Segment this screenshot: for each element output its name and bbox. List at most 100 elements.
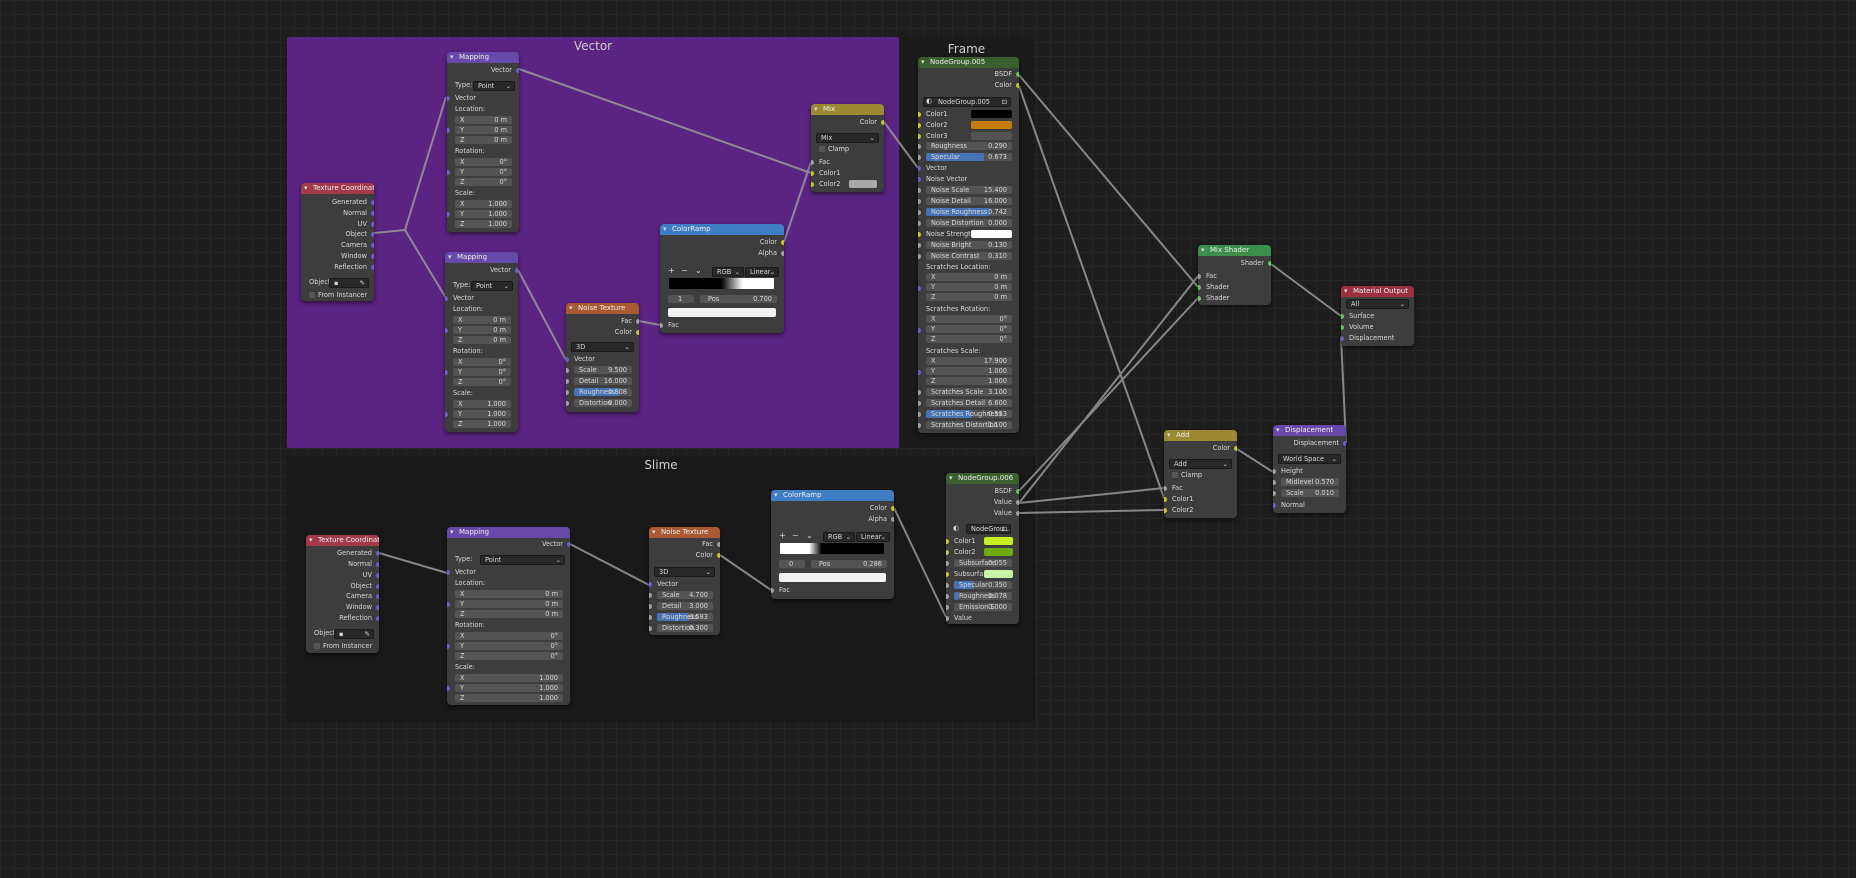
- socket-color2[interactable]: [946, 549, 949, 555]
- socket-color-out[interactable]: [891, 505, 894, 511]
- socket-vector-in[interactable]: [649, 581, 652, 587]
- loc-z-field[interactable]: Z0 m: [455, 610, 563, 618]
- socket-displacement-out[interactable]: [1343, 440, 1346, 446]
- node-editor-canvas[interactable]: Vector Frame Slime ▾ Texture Coordinate …: [0, 0, 1856, 878]
- noise-detail-field[interactable]: Noise Detail 16.000: [926, 197, 1012, 205]
- scale-y-field[interactable]: Y 1.000: [455, 684, 563, 692]
- node-texture-coordinate[interactable]: Texture Coordinate Generated Normal UV O…: [301, 183, 374, 301]
- add-stop-button[interactable]: +: [779, 531, 786, 541]
- node-mix-shader[interactable]: Mix Shader Shader Fac Shader Shader: [1198, 245, 1271, 305]
- socket-distortion[interactable]: [649, 625, 652, 631]
- blend-mode-dropdown[interactable]: Mix ⌄: [816, 133, 879, 143]
- space-dropdown[interactable]: World Space ⌄: [1278, 454, 1341, 464]
- loc-x-field[interactable]: X0 m: [455, 116, 512, 124]
- rot-y-field[interactable]: Y 0°: [453, 368, 511, 376]
- socket-volume[interactable]: [1341, 324, 1344, 330]
- socket-color-out[interactable]: [781, 239, 784, 245]
- ramp-menu-button[interactable]: ⌄: [806, 531, 813, 541]
- socket-object[interactable]: [371, 231, 374, 237]
- socket-midlevel[interactable]: [1273, 479, 1276, 485]
- sl-z-field[interactable]: Z0 m: [926, 293, 1012, 301]
- socket-value-out-1[interactable]: [1016, 499, 1019, 505]
- socket-bsdf-out[interactable]: [1016, 71, 1019, 77]
- subsurface-field[interactable]: Subsurface 0.055: [954, 559, 1012, 567]
- sr-x-field[interactable]: X 0°: [926, 315, 1012, 323]
- node-header[interactable]: NodeGroup.005: [918, 57, 1019, 68]
- socket-displacement[interactable]: [1341, 335, 1344, 341]
- socket-color1[interactable]: [918, 111, 921, 117]
- socket-noise-strength[interactable]: [918, 231, 921, 237]
- node-header[interactable]: Mapping: [447, 52, 519, 63]
- interpolation-dropdown[interactable]: Linear ⌄: [856, 532, 890, 542]
- socket-vector[interactable]: [918, 165, 921, 171]
- socket-specular[interactable]: [918, 154, 921, 160]
- node-group-005[interactable]: NodeGroup.005 BSDF Color NodeGroup.005⊡◐…: [918, 57, 1019, 433]
- socket-value-in[interactable]: [946, 615, 949, 621]
- specular-field[interactable]: Specular 0.350: [954, 581, 1012, 589]
- eyedropper-icon[interactable]: ✎: [359, 278, 365, 288]
- node-texture-coordinate-slime[interactable]: Texture Coordinate Generated Normal UV O…: [306, 535, 379, 653]
- from-instancer-checkbox[interactable]: [314, 643, 320, 649]
- socket-vector-out[interactable]: [567, 541, 570, 547]
- node-mapping-2[interactable]: Mapping Vector Type: Point ⌄ Vector Locati…: [445, 252, 518, 432]
- socket-normal[interactable]: [371, 210, 374, 216]
- node-header[interactable]: ColorRamp: [771, 490, 894, 501]
- blend-mode-dropdown[interactable]: Add ⌄: [1169, 459, 1232, 469]
- sl-y-field[interactable]: Y0 m: [926, 283, 1012, 291]
- socket-scratches-scale[interactable]: [918, 389, 921, 395]
- color-mode-dropdown[interactable]: RGB ⌄: [712, 267, 744, 277]
- socket-height[interactable]: [1273, 468, 1276, 474]
- loc-x-field[interactable]: X0 m: [453, 316, 511, 324]
- subsurface-color-swatch[interactable]: [984, 570, 1013, 578]
- socket-fac-in[interactable]: [1164, 485, 1167, 491]
- socket-reflection[interactable]: [371, 264, 374, 270]
- node-header[interactable]: Mix Shader: [1198, 245, 1271, 256]
- socket-noise-bright[interactable]: [918, 242, 921, 248]
- socket-noise-distortion[interactable]: [918, 220, 921, 226]
- stop-index-field[interactable]: 0: [779, 560, 805, 568]
- scale-z-field[interactable]: Z 1.000: [453, 420, 511, 428]
- sr-y-field[interactable]: Y 0°: [926, 325, 1012, 333]
- rot-z-field[interactable]: Z 0°: [453, 378, 511, 386]
- node-header[interactable]: Texture Coordinate: [306, 535, 379, 546]
- node-header[interactable]: Displacement: [1273, 425, 1346, 436]
- distortion-field[interactable]: Distortion 0.000: [574, 399, 632, 407]
- scratches-scale-field[interactable]: Scratches Scale 3.100: [926, 388, 1012, 396]
- socket-uv[interactable]: [371, 221, 374, 227]
- node-mapping-slime[interactable]: Mapping Vector Type: Point⌄ Vector Locati…: [447, 527, 570, 705]
- node-add[interactable]: Add Color Add⌄ Clamp Fac Color1 Color2: [1164, 430, 1237, 518]
- rot-y-field[interactable]: Y 0°: [455, 642, 563, 650]
- object-picker[interactable]: ▪ ✎: [334, 629, 374, 639]
- emission-strength-field[interactable]: Emission S 0.000: [954, 603, 1012, 611]
- node-material-output[interactable]: Material Output All⌄ Surface Volume Disp…: [1341, 286, 1414, 346]
- socket-color3[interactable]: [918, 133, 921, 139]
- socket-vector-out[interactable]: [516, 67, 519, 73]
- rot-x-field[interactable]: X 0°: [455, 632, 563, 640]
- socket-color2[interactable]: [811, 181, 814, 187]
- noise-distortion-field[interactable]: Noise Distortion 0.000: [926, 219, 1012, 227]
- scale-z-field[interactable]: Z 1.000: [455, 694, 563, 702]
- loc-y-field[interactable]: Y0 m: [455, 600, 563, 608]
- socket-detail[interactable]: [566, 378, 569, 384]
- node-header[interactable]: Mix: [811, 104, 884, 115]
- noise-roughness-field[interactable]: Noise Roughness 0.742: [926, 208, 1012, 216]
- add-stop-button[interactable]: +: [668, 266, 675, 276]
- socket-distortion[interactable]: [566, 400, 569, 406]
- socket-detail[interactable]: [649, 603, 652, 609]
- type-dropdown[interactable]: Point ⌄: [480, 555, 565, 565]
- stop-color-swatch[interactable]: [668, 308, 776, 317]
- scale-x-field[interactable]: X 1.000: [455, 200, 512, 208]
- node-header[interactable]: Mapping: [447, 527, 570, 538]
- socket-color-out[interactable]: [717, 552, 720, 558]
- socket-color-out[interactable]: [1234, 445, 1237, 451]
- scale-x-field[interactable]: X 1.000: [453, 400, 511, 408]
- rot-y-field[interactable]: Y 0°: [455, 168, 512, 176]
- clamp-checkbox[interactable]: [819, 146, 825, 152]
- ss-y-field[interactable]: Y 1.000: [926, 367, 1012, 375]
- roughness-field[interactable]: Roughness 0.290: [926, 142, 1012, 150]
- node-header[interactable]: Add: [1164, 430, 1237, 441]
- rot-x-field[interactable]: X 0°: [455, 158, 512, 166]
- roughness-field[interactable]: Roughness 0.583: [657, 613, 713, 621]
- roughness-field[interactable]: Roughness 0.078: [954, 592, 1012, 600]
- socket-vector-in[interactable]: [566, 356, 569, 362]
